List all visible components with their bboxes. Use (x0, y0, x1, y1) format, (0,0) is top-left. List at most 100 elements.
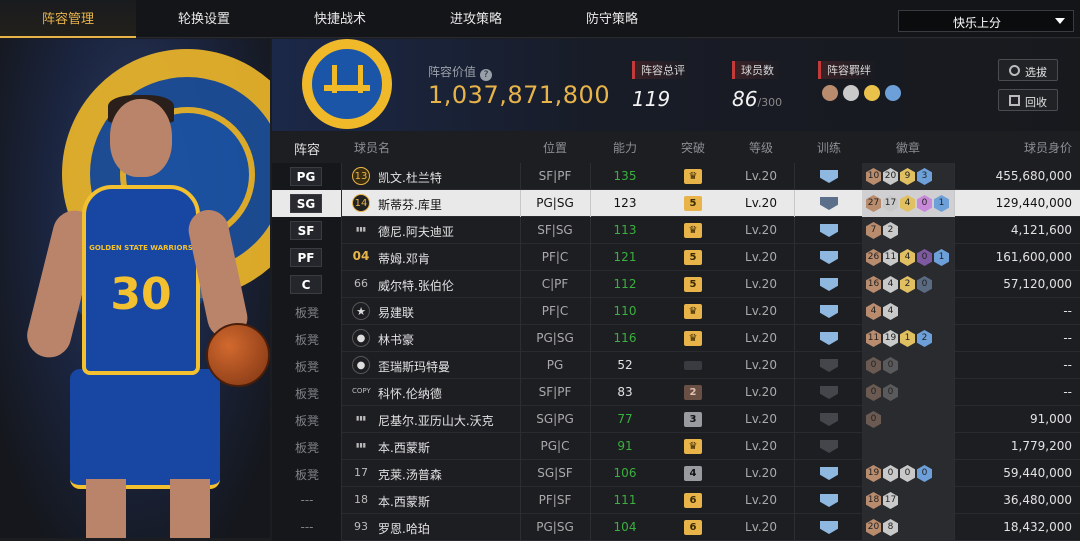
lineup-slot[interactable]: SG (272, 190, 342, 217)
tab-rotation[interactable]: 轮换设置 (136, 0, 272, 38)
col-position: 位置 (542, 141, 567, 155)
player-ability: 111 (613, 493, 637, 507)
player-price: -- (1063, 385, 1072, 399)
tab-quick-tactics[interactable]: 快捷战术 (272, 0, 408, 38)
training-shield-icon[interactable] (820, 494, 838, 507)
badge-icon: 0 (883, 357, 898, 374)
table-row[interactable]: --- 93 罗恩.哈珀 PG|SG 104 6 Lv.20 20 8 18,432,000 (272, 514, 1080, 541)
training-shield-icon[interactable] (820, 197, 838, 210)
help-icon[interactable]: ? (480, 69, 493, 81)
recycle-button[interactable]: 回收 (998, 89, 1058, 111)
training-shield-icon[interactable] (820, 251, 838, 264)
badge-icon: 1 (934, 195, 949, 212)
training-shield-icon[interactable] (820, 332, 838, 345)
player-price: 1,779,200 (1010, 439, 1072, 453)
lineup-slot[interactable]: 板凳 (272, 379, 342, 406)
player-level: Lv.20 (745, 412, 777, 426)
bonds-label: 阵容羁绊 (818, 61, 877, 79)
table-row[interactable]: PF 04 蒂姆.邓肯 PF|C 121 5 Lv.20 26 11 4 0 1 161,600,000 (272, 244, 1080, 271)
lineup-slot[interactable]: 板凳 (272, 352, 342, 379)
lineup-slot[interactable]: 板凳 (272, 460, 342, 487)
lineup-slot[interactable]: PF (272, 244, 342, 271)
training-shield-icon[interactable] (820, 278, 838, 291)
player-ability: 135 (613, 169, 637, 183)
player-position: PG|C (540, 439, 570, 453)
table-row[interactable]: SF ▮▮▮ 德尼.阿夫迪亚 SF|SG 113 ♛ Lv.20 7 2 4,121,600 (272, 217, 1080, 244)
training-shield-icon[interactable] (820, 359, 838, 372)
table-row[interactable]: 板凳 ▮▮▮ 本.西蒙斯 PG|C 91 ♛ Lv.20 1,779,200 (272, 433, 1080, 460)
badge-group: 18 17 (862, 487, 954, 514)
tab-lineup[interactable]: 阵容管理 (0, 0, 136, 38)
column-divider (954, 460, 955, 487)
training-shield-icon[interactable] (820, 413, 838, 426)
badge-icon: 20 (866, 519, 881, 536)
table-row[interactable]: SG 14 斯蒂芬.库里 PG|SG 123 5 Lv.20 27 17 4 0 1 129,440,0… (272, 190, 1080, 217)
table-row[interactable]: PG 13 凯文.杜兰特 SF|PF 135 ♛ Lv.20 10 20 9 3 455,680,00… (272, 163, 1080, 190)
table-row[interactable]: 板凳 ● 林书豪 PG|SG 116 ♛ Lv.20 11 19 1 2 -- (272, 325, 1080, 352)
training-shield-icon[interactable] (820, 386, 838, 399)
lineup-slot[interactable]: 板凳 (272, 433, 342, 460)
tab-offense[interactable]: 进攻策略 (408, 0, 544, 38)
player-price: -- (1063, 304, 1072, 318)
lineup-slot[interactable]: 板凳 (272, 325, 342, 352)
crown-icon: ♛ (684, 304, 702, 319)
tab-defense[interactable]: 防守策略 (544, 0, 680, 38)
badge-icon: 3 (917, 168, 932, 185)
star-icon: ★ (352, 302, 370, 320)
player-price: 161,600,000 (995, 250, 1072, 264)
training-shield-icon[interactable] (820, 467, 838, 480)
table-row[interactable]: 板凳 ● 歪瑞斯玛特曼 PG 52 Lv.20 0 0 -- (272, 352, 1080, 379)
training-shield-icon[interactable] (820, 521, 838, 534)
crown-icon: ♛ (684, 331, 702, 346)
lineup-slot[interactable]: 板凳 (272, 298, 342, 325)
player-level: Lv.20 (745, 439, 777, 453)
training-shield-icon[interactable] (820, 170, 838, 183)
col-lineup: 阵容 (293, 143, 320, 158)
badge-icon: 2 (900, 276, 915, 293)
lineup-slot[interactable]: --- (272, 514, 342, 541)
table-row[interactable]: 板凳 17 克莱.汤普森 SG|SF 106 4 Lv.20 19 0 0 0 59,440,000 (272, 460, 1080, 487)
col-training: 训练 (816, 141, 841, 155)
lineup-slot[interactable]: C (272, 271, 342, 298)
player-ability: 123 (613, 196, 637, 210)
bond-people-icon[interactable] (843, 85, 859, 101)
break-badge: 5 (684, 250, 702, 265)
lineup-slot[interactable]: --- (272, 487, 342, 514)
refresh-icon (1009, 65, 1020, 76)
bond-people-icon[interactable] (885, 85, 901, 101)
chevron-down-icon (1055, 18, 1065, 24)
lineup-select[interactable]: 快乐上分 (898, 10, 1074, 32)
table-row[interactable]: C 66 威尔特.张伯伦 C|PF 112 5 Lv.20 16 4 2 0 57,120,000 (272, 271, 1080, 298)
col-name: 球员名 (354, 141, 391, 155)
lineup-slot[interactable]: PG (272, 163, 342, 190)
table-row[interactable]: 板凳 ▮▮▮ 尼基尔.亚历山大.沃克 SG|PG 77 3 Lv.20 0 91,000 (272, 406, 1080, 433)
player-level: Lv.20 (745, 385, 777, 399)
table-row[interactable]: 板凳 ★ 易建联 PF|C 110 ♛ Lv.20 4 4 -- (272, 298, 1080, 325)
bond-people-icon[interactable] (864, 85, 880, 101)
pick-button[interactable]: 选拔 (998, 59, 1058, 81)
training-shield-icon[interactable] (820, 440, 838, 453)
player-position: PG (546, 358, 564, 372)
training-shield-icon[interactable] (820, 224, 838, 237)
badge-icon: 2 (917, 330, 932, 347)
jersey-icon: 04 (352, 249, 370, 263)
player-position: SF|PF (538, 169, 572, 183)
jersey-icon: 14 (352, 194, 370, 212)
table-row[interactable]: --- 18 本.西蒙斯 PF|SF 111 6 Lv.20 18 17 36,480,000 (272, 487, 1080, 514)
badge-icon: 1 (900, 330, 915, 347)
badge-icon: 26 (866, 249, 881, 266)
player-position: PF|C (541, 304, 569, 318)
jersey-icon: 17 (354, 466, 368, 479)
lineup-slot[interactable]: SF (272, 217, 342, 244)
overall-value: 119 (632, 87, 671, 111)
lineup-slot[interactable]: 板凳 (272, 406, 342, 433)
training-shield-icon[interactable] (820, 305, 838, 318)
player-name: 罗恩.哈珀 (378, 522, 430, 536)
crown-icon: ♛ (684, 169, 702, 184)
player-price: 57,120,000 (1003, 277, 1072, 291)
bond-people-icon[interactable] (822, 85, 838, 101)
table-row[interactable]: 板凳 COPY 科怀.伦纳德 SF|PF 83 2 Lv.20 0 0 -- (272, 379, 1080, 406)
badge-group (862, 433, 954, 460)
badge-group: 72 (862, 217, 954, 244)
lineup-select-value: 快乐上分 (952, 16, 1001, 30)
